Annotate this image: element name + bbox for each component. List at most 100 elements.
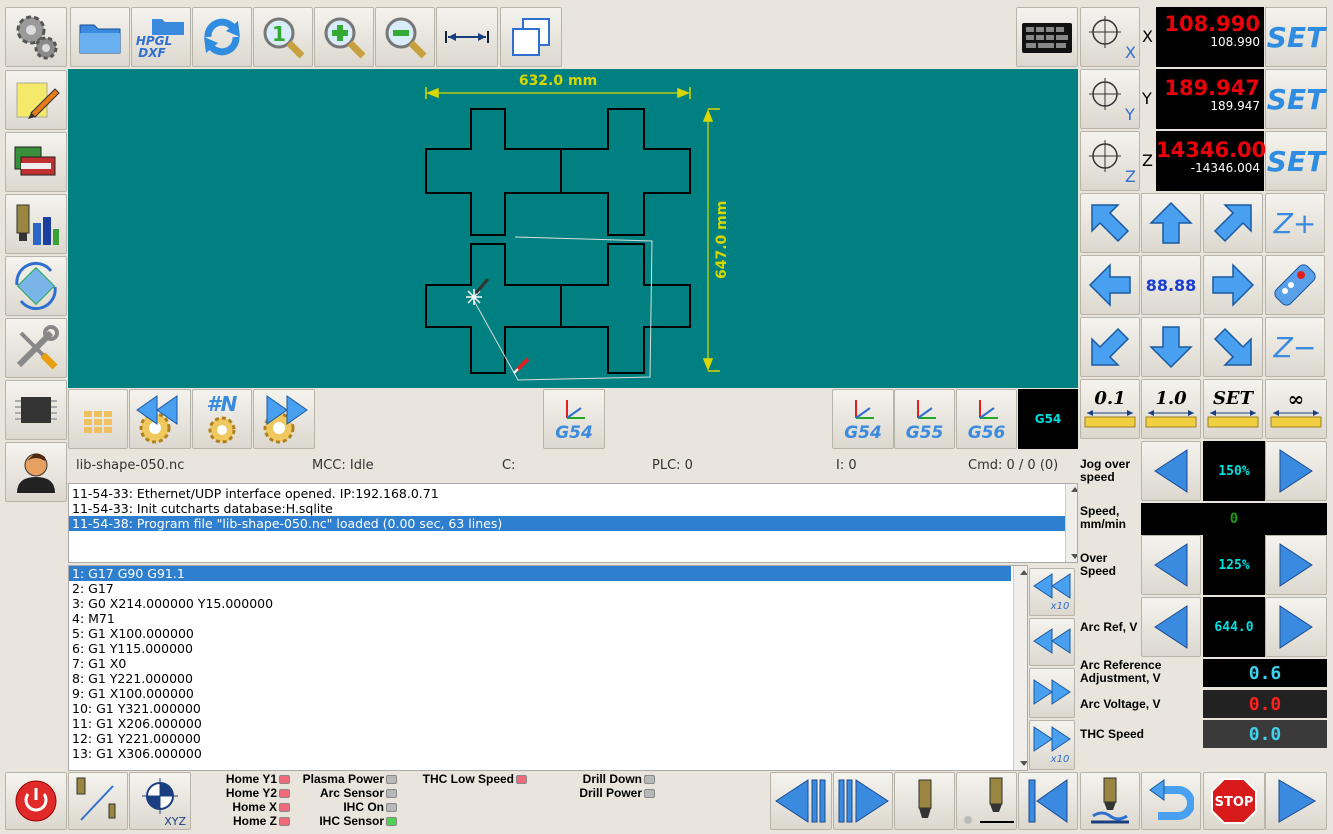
skip-to-start-icon <box>1028 779 1068 823</box>
coord-system-current-button[interactable]: G54 <box>543 389 605 449</box>
pierce-button[interactable] <box>1080 772 1140 830</box>
log-scrollbar[interactable] <box>1065 484 1077 562</box>
indicator-plasma-power: Plasma Power <box>292 772 397 786</box>
gcode-line: 3: G0 X214.000000 Y15.000000 <box>72 596 274 611</box>
step-continuous-button[interactable]: ∞ <box>1265 379 1327 439</box>
indicator-drill-down: Drill Down <box>560 772 655 786</box>
coord-system-g54-button[interactable]: G54 <box>832 389 894 449</box>
crosshair-x-icon: X <box>1089 16 1135 62</box>
reload-button[interactable] <box>192 7 252 67</box>
coord-system-g56-button[interactable]: G56 <box>956 389 1017 449</box>
overspeed-increase-button[interactable] <box>1265 535 1327 595</box>
open-file-button[interactable] <box>70 7 130 67</box>
cut-line-button[interactable] <box>68 772 128 830</box>
stop-button[interactable]: STOP <box>1203 772 1265 830</box>
folder-small-icon <box>152 19 184 35</box>
axes-icon <box>978 400 998 419</box>
step-back-button[interactable] <box>770 772 832 830</box>
tools-button[interactable] <box>5 194 67 254</box>
gcode-scrollbar[interactable] <box>1013 566 1027 770</box>
step-set-button[interactable]: SET <box>1203 379 1263 439</box>
jog-up-left-button[interactable] <box>1080 193 1140 253</box>
rewind-x10-button[interactable]: x10 <box>1029 568 1075 616</box>
jog-down-left-button[interactable] <box>1080 317 1140 377</box>
keyboard-button[interactable] <box>1016 7 1078 67</box>
grid-button[interactable] <box>68 389 128 449</box>
jog-overspeed-decrease-button[interactable] <box>1141 441 1201 501</box>
next-part-button[interactable] <box>253 389 315 449</box>
hardware-button[interactable] <box>5 380 67 440</box>
zero-z-button[interactable]: Z <box>1080 131 1140 191</box>
gcode-line: 2: G17 <box>72 581 114 596</box>
thc-speed-value: 0.0 <box>1203 720 1327 748</box>
part-number-button[interactable]: #N <box>192 389 252 449</box>
notepad-pencil-icon <box>16 82 60 119</box>
status-mcc: MCC: Idle <box>312 458 374 473</box>
coord-system-g55-label: G55 <box>905 423 944 443</box>
gcode-line-selected: 1: G17 G90 G91.1 <box>69 566 1011 581</box>
jog-overspeed-increase-button[interactable] <box>1265 441 1327 501</box>
step-0-1-button[interactable]: 0.1 <box>1080 379 1140 439</box>
forward-x10-label: x10 <box>1050 754 1070 765</box>
jog-z-plus-button[interactable]: Z+ <box>1265 193 1325 253</box>
step-1-0-button[interactable]: 1.0 <box>1141 379 1201 439</box>
jog-step-display[interactable]: 88.88 <box>1141 255 1201 315</box>
mycnc-button[interactable] <box>5 256 67 316</box>
torch-test-button[interactable] <box>894 772 955 830</box>
zoom-in-button[interactable] <box>314 7 374 67</box>
log-line: 11-54-33: Ethernet/UDP interface opened.… <box>72 486 439 501</box>
jog-down-button[interactable] <box>1141 317 1201 377</box>
crosshair-z-icon: Z <box>1089 140 1135 186</box>
pendant-button[interactable] <box>1265 255 1325 315</box>
torch-chart-icon <box>16 204 59 245</box>
zero-y-button[interactable]: Y <box>1080 69 1140 129</box>
zoom-out-button[interactable] <box>375 7 435 67</box>
start-button[interactable] <box>1265 772 1327 830</box>
library-button[interactable] <box>5 132 67 192</box>
set-z-button[interactable]: SET <box>1265 131 1327 191</box>
forward-x10-button[interactable]: x10 <box>1029 720 1075 770</box>
step-forward-button[interactable] <box>833 772 893 830</box>
copy-windows-icon <box>512 18 550 56</box>
forward-button[interactable] <box>1029 668 1075 718</box>
window-button[interactable] <box>500 7 562 67</box>
jog-down-right-button[interactable] <box>1203 317 1263 377</box>
go-xyz-button[interactable]: XYZ <box>129 772 191 830</box>
return-button[interactable] <box>1141 772 1201 830</box>
go-start-button[interactable] <box>1018 772 1078 830</box>
message-log[interactable]: 11-54-33: Ethernet/UDP interface opened.… <box>68 483 1078 563</box>
user-button[interactable] <box>5 442 67 502</box>
play-icon <box>1278 779 1316 823</box>
jog-z-minus-button[interactable]: Z− <box>1265 317 1325 377</box>
svg-text:X: X <box>1125 43 1135 62</box>
overspeed-decrease-button[interactable] <box>1141 535 1201 595</box>
jog-overspeed-text: 150% <box>1218 463 1250 479</box>
jog-left-button[interactable] <box>1080 255 1140 315</box>
set-y-button[interactable]: SET <box>1265 69 1327 129</box>
previous-part-button[interactable] <box>129 389 191 449</box>
service-button[interactable] <box>5 318 67 378</box>
settings-button[interactable] <box>5 7 67 67</box>
thc-speed-label: THC Speed <box>1080 727 1145 741</box>
ruler-icon <box>1084 410 1136 428</box>
rewind-button[interactable] <box>1029 618 1075 666</box>
toolpath-canvas[interactable]: 632.0 mm 647.0 mm <box>68 69 1078 388</box>
zero-x-button[interactable]: X <box>1080 7 1140 67</box>
jog-right-button[interactable] <box>1203 255 1263 315</box>
edit-button[interactable] <box>5 70 67 130</box>
indicator-column-4: Drill Down Drill Power <box>560 772 655 800</box>
measure-button[interactable] <box>436 7 498 67</box>
triangle-left-icon <box>1154 605 1188 649</box>
jog-up-button[interactable] <box>1141 193 1201 253</box>
coord-system-g55-button[interactable]: G55 <box>894 389 955 449</box>
jog-up-right-button[interactable] <box>1203 193 1263 253</box>
import-hpgl-dxf-button[interactable]: HPGL DXF <box>131 7 191 67</box>
power-button[interactable] <box>5 772 67 830</box>
zoom-fit-button[interactable]: 1 <box>253 7 313 67</box>
arc-ref-increase-button[interactable] <box>1265 597 1327 657</box>
torch-height-button[interactable] <box>956 772 1017 830</box>
arc-ref-decrease-button[interactable] <box>1141 597 1201 657</box>
refresh-icon <box>204 18 240 56</box>
gcode-listing[interactable]: 1: G17 G90 G91.1 2: G17 3: G0 X214.00000… <box>68 565 1028 771</box>
set-x-button[interactable]: SET <box>1265 7 1327 67</box>
